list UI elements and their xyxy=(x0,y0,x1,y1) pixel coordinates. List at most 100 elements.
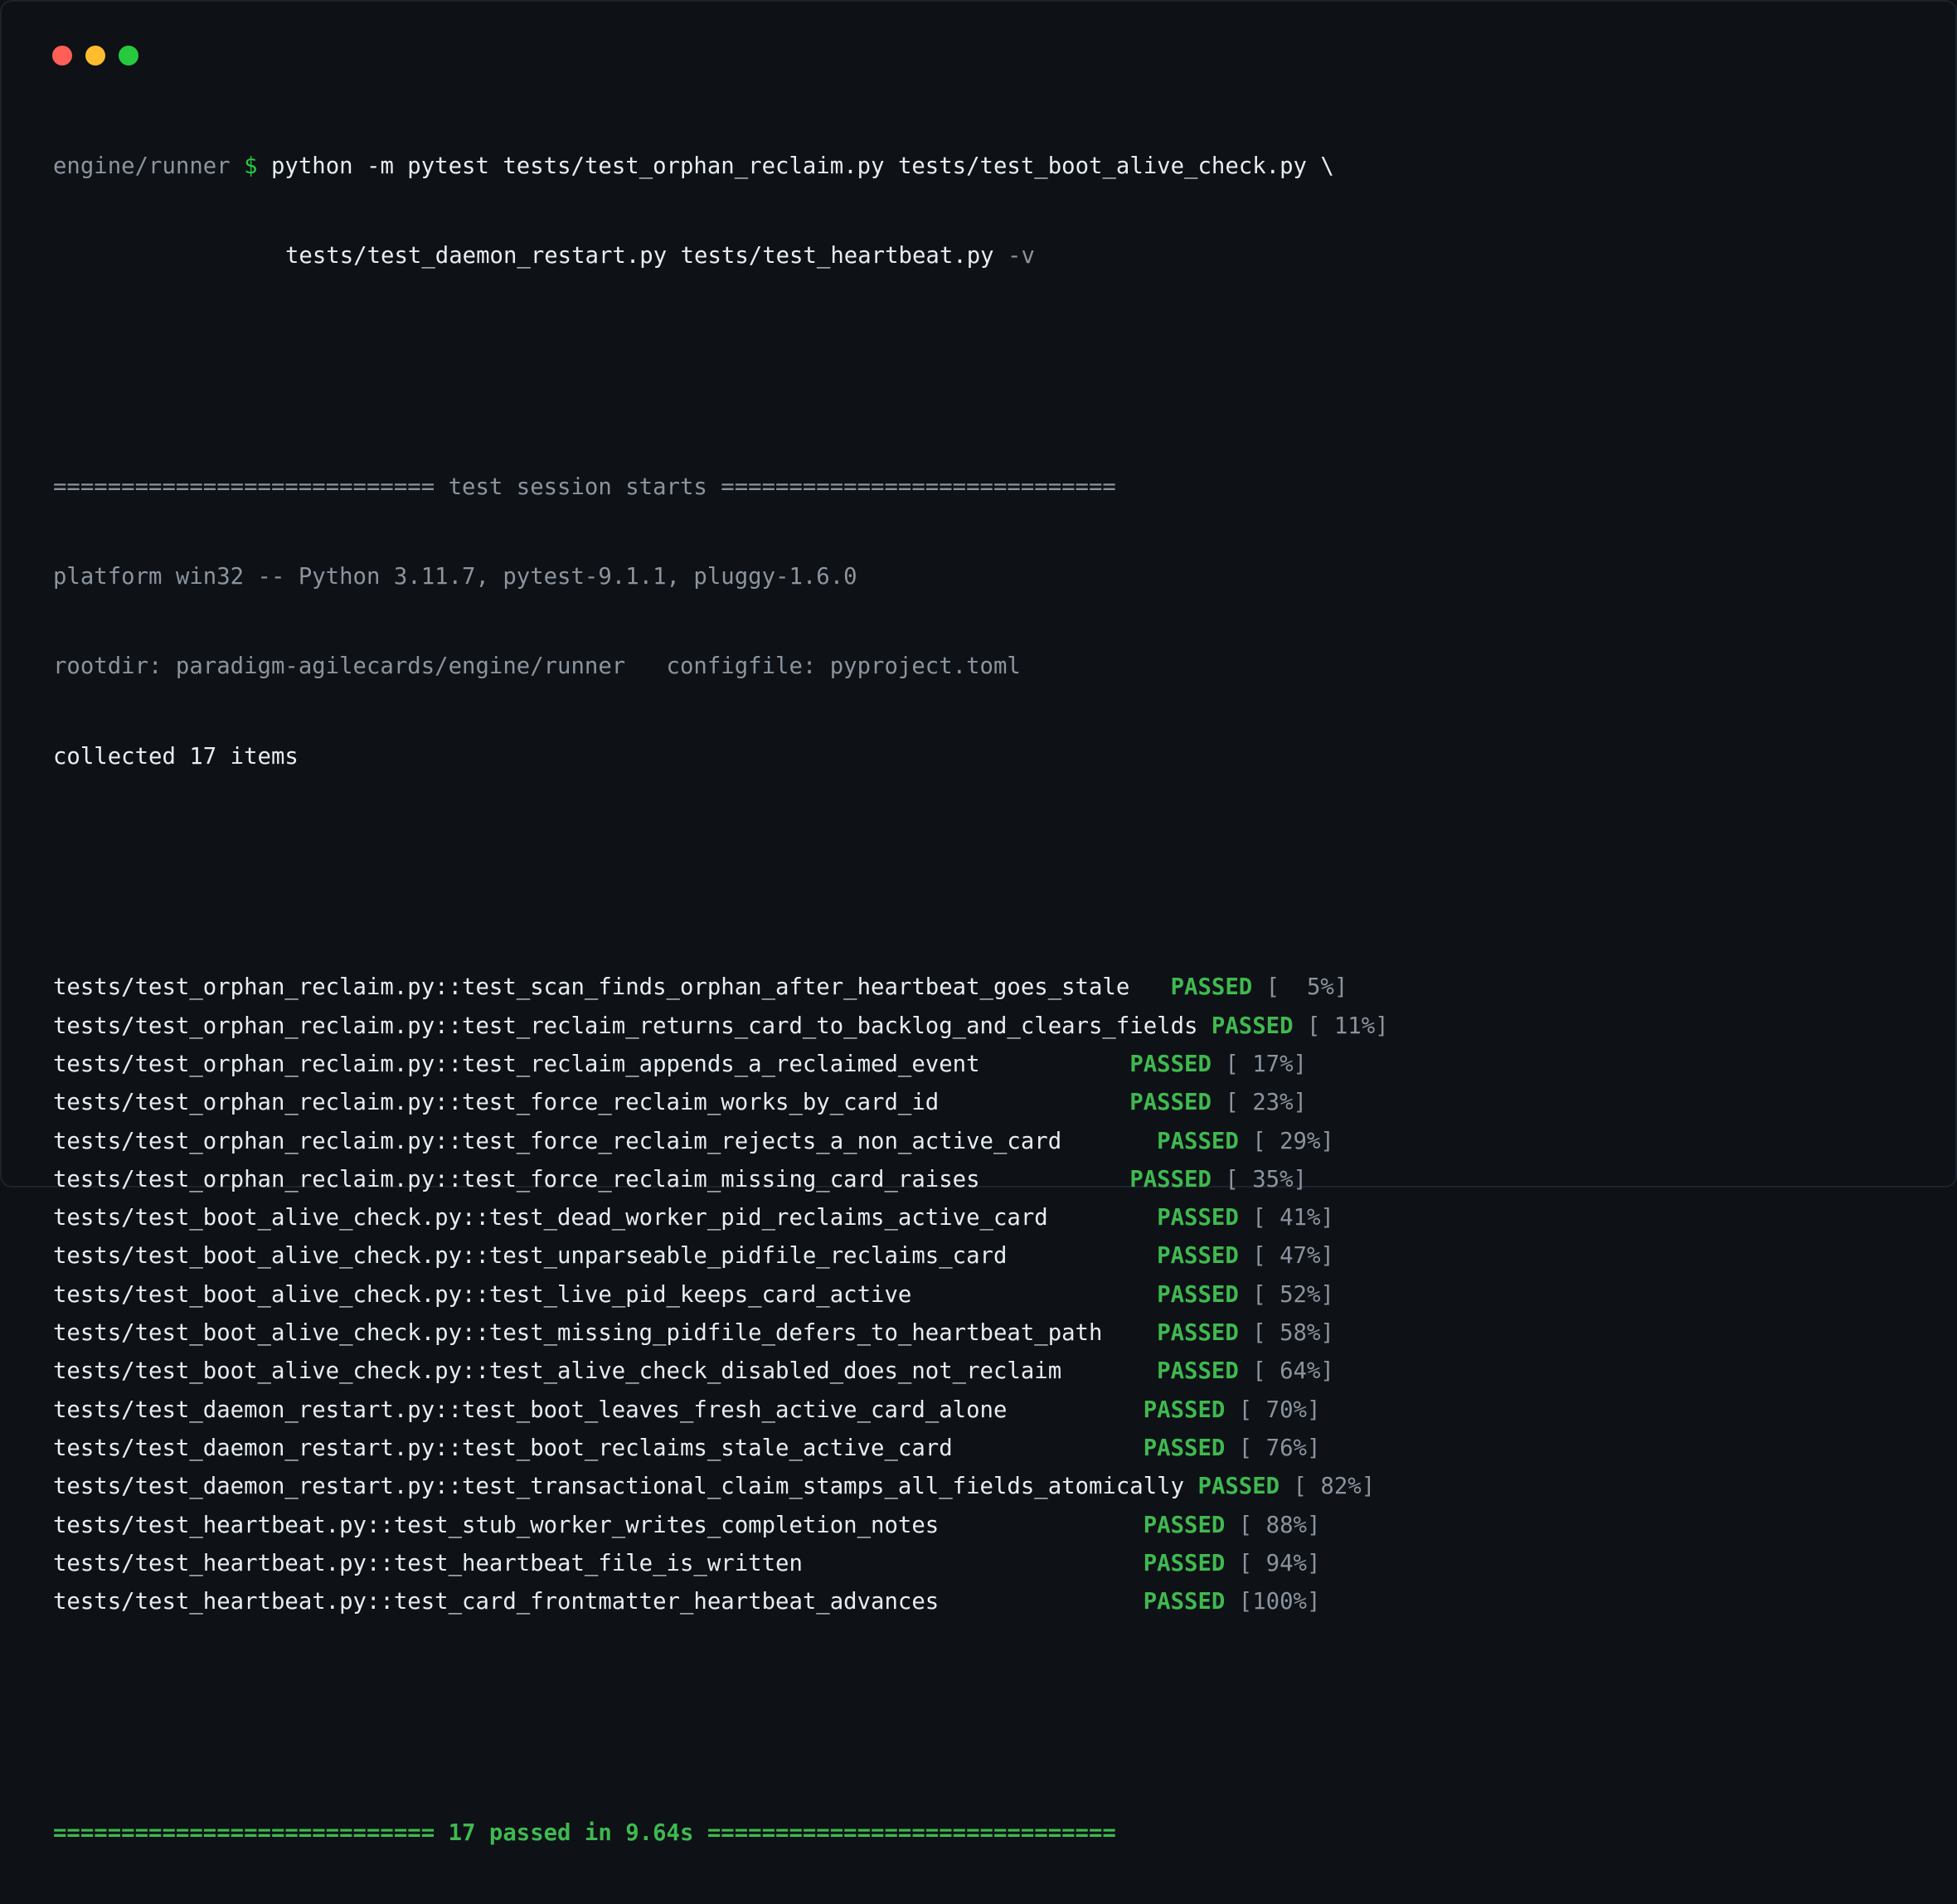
test-name: tests/test_orphan_reclaim.py::test_force… xyxy=(53,1090,940,1116)
collected-count: collected 17 items xyxy=(53,743,299,770)
test-result-row: tests/test_boot_alive_check.py::test_ali… xyxy=(53,1353,1389,1391)
test-name: tests/test_orphan_reclaim.py::test_scan_… xyxy=(53,974,1130,1001)
test-result-row: tests/test_daemon_restart.py::test_boot_… xyxy=(53,1430,1389,1468)
platform-info: platform win32 -- Python 3.11.7, pytest-… xyxy=(53,564,857,590)
test-name: tests/test_orphan_reclaim.py::test_recla… xyxy=(53,1051,980,1077)
command-flag: -v xyxy=(1008,243,1035,270)
test-status: PASSED xyxy=(1157,1281,1239,1308)
test-result-row: tests/test_orphan_reclaim.py::test_force… xyxy=(53,1161,1389,1199)
test-status: PASSED xyxy=(1170,974,1253,1001)
prompt-cwd: engine/runner xyxy=(53,153,231,179)
test-name: tests/test_daemon_restart.py::test_boot_… xyxy=(53,1435,953,1461)
terminal-output: engine/runner $ python -m pytest tests/t… xyxy=(53,96,1389,1904)
test-result-row: tests/test_daemon_restart.py::test_boot_… xyxy=(53,1392,1389,1430)
test-progress: [ 5%] xyxy=(1265,974,1348,1001)
test-result-row: tests/test_boot_alive_check.py::test_unp… xyxy=(53,1237,1389,1275)
test-name: tests/test_heartbeat.py::test_stub_worke… xyxy=(53,1512,940,1538)
test-padding xyxy=(939,1589,1144,1615)
test-status: PASSED xyxy=(1157,1205,1239,1231)
test-name: tests/test_boot_alive_check.py::test_mis… xyxy=(53,1320,1103,1347)
test-progress: [ 35%] xyxy=(1225,1166,1307,1192)
test-status: PASSED xyxy=(1157,1358,1239,1385)
test-status: PASSED xyxy=(1157,1243,1239,1270)
test-padding xyxy=(1129,974,1170,1000)
test-status: PASSED xyxy=(1157,1320,1239,1347)
test-padding xyxy=(1102,1320,1157,1346)
test-result-row: tests/test_orphan_reclaim.py::test_recla… xyxy=(53,1008,1389,1046)
test-progress: [ 70%] xyxy=(1238,1396,1321,1423)
test-padding xyxy=(1197,1013,1211,1039)
test-name: tests/test_daemon_restart.py::test_boot_… xyxy=(53,1396,1008,1423)
test-result-row: tests/test_daemon_restart.py::test_trans… xyxy=(53,1468,1389,1506)
test-padding xyxy=(1048,1205,1157,1231)
test-name: tests/test_orphan_reclaim.py::test_force… xyxy=(53,1128,1062,1154)
rootdir-info: rootdir: paradigm-agilecards/engine/runn… xyxy=(53,653,1021,680)
test-name: tests/test_orphan_reclaim.py::test_recla… xyxy=(53,1013,1198,1039)
test-padding xyxy=(953,1435,1144,1461)
test-name: tests/test_heartbeat.py::test_card_front… xyxy=(53,1589,940,1615)
test-result-row: tests/test_heartbeat.py::test_card_front… xyxy=(53,1583,1389,1621)
test-status: PASSED xyxy=(1197,1474,1280,1500)
command-continuation: tests/test_daemon_restart.py tests/test_… xyxy=(53,237,1389,275)
test-status: PASSED xyxy=(1143,1550,1226,1576)
test-padding xyxy=(939,1513,1144,1538)
test-progress: [ 29%] xyxy=(1252,1128,1334,1154)
test-padding xyxy=(1007,1397,1143,1423)
test-progress: [ 52%] xyxy=(1252,1281,1334,1308)
test-status: PASSED xyxy=(1129,1051,1212,1077)
test-padding xyxy=(939,1090,1129,1115)
test-status: PASSED xyxy=(1157,1128,1239,1154)
test-result-row: tests/test_orphan_reclaim.py::test_force… xyxy=(53,1084,1389,1122)
test-padding xyxy=(911,1282,1157,1308)
session-header: ============================ test sessio… xyxy=(53,474,1116,500)
test-progress: [ 82%] xyxy=(1293,1474,1376,1500)
test-progress: [ 11%] xyxy=(1306,1013,1389,1039)
test-result-row: tests/test_orphan_reclaim.py::test_recla… xyxy=(53,1046,1389,1084)
test-status: PASSED xyxy=(1143,1396,1226,1423)
test-progress: [ 17%] xyxy=(1225,1051,1307,1077)
test-progress: [ 47%] xyxy=(1252,1243,1334,1270)
terminal-window: engine/runner $ python -m pytest tests/t… xyxy=(0,0,1957,1846)
command-text-cont: tests/test_daemon_restart.py tests/test_… xyxy=(285,243,994,270)
maximize-button[interactable] xyxy=(119,46,138,66)
minimize-button[interactable] xyxy=(85,46,105,66)
prompt-symbol: $ xyxy=(244,153,258,179)
command-line: engine/runner $ python -m pytest tests/t… xyxy=(53,148,1389,186)
test-name: tests/test_boot_alive_check.py::test_dea… xyxy=(53,1205,1048,1231)
summary-line: ============================ 17 passed i… xyxy=(53,1819,1116,1846)
test-result-row: tests/test_orphan_reclaim.py::test_force… xyxy=(53,1123,1389,1161)
test-name: tests/test_daemon_restart.py::test_trans… xyxy=(53,1474,1185,1500)
test-name: tests/test_boot_alive_check.py::test_ali… xyxy=(53,1358,1062,1385)
test-name: tests/test_heartbeat.py::test_heartbeat_… xyxy=(53,1550,803,1576)
test-name: tests/test_orphan_reclaim.py::test_force… xyxy=(53,1166,980,1192)
test-result-row: tests/test_orphan_reclaim.py::test_scan_… xyxy=(53,969,1389,1007)
test-status: PASSED xyxy=(1211,1013,1294,1039)
test-progress: [ 94%] xyxy=(1238,1550,1321,1576)
test-results-list: tests/test_orphan_reclaim.py::test_scan_… xyxy=(53,969,1389,1621)
test-progress: [ 76%] xyxy=(1238,1435,1321,1461)
test-padding xyxy=(1184,1474,1197,1499)
test-progress: [ 58%] xyxy=(1252,1320,1334,1347)
test-result-row: tests/test_heartbeat.py::test_stub_worke… xyxy=(53,1507,1389,1545)
test-result-row: tests/test_heartbeat.py::test_heartbeat_… xyxy=(53,1545,1389,1583)
test-padding xyxy=(1061,1358,1157,1384)
test-result-row: tests/test_boot_alive_check.py::test_liv… xyxy=(53,1276,1389,1314)
test-progress: [ 64%] xyxy=(1252,1358,1334,1385)
test-padding xyxy=(1061,1129,1157,1154)
test-progress: [ 41%] xyxy=(1252,1205,1334,1231)
close-button[interactable] xyxy=(52,46,72,66)
test-status: PASSED xyxy=(1143,1589,1226,1615)
test-progress: [ 23%] xyxy=(1225,1090,1307,1116)
test-progress: [100%] xyxy=(1238,1589,1321,1615)
test-status: PASSED xyxy=(1129,1090,1212,1116)
test-padding xyxy=(980,1167,1130,1192)
test-name: tests/test_boot_alive_check.py::test_unp… xyxy=(53,1243,1008,1270)
test-padding xyxy=(1007,1243,1157,1269)
command-text: python -m pytest tests/test_orphan_recla… xyxy=(270,153,1334,179)
test-result-row: tests/test_boot_alive_check.py::test_dea… xyxy=(53,1199,1389,1237)
test-name: tests/test_boot_alive_check.py::test_liv… xyxy=(53,1281,912,1308)
test-progress: [ 88%] xyxy=(1238,1512,1321,1538)
test-padding xyxy=(980,1052,1130,1077)
test-status: PASSED xyxy=(1143,1435,1226,1461)
test-result-row: tests/test_boot_alive_check.py::test_mis… xyxy=(53,1314,1389,1353)
